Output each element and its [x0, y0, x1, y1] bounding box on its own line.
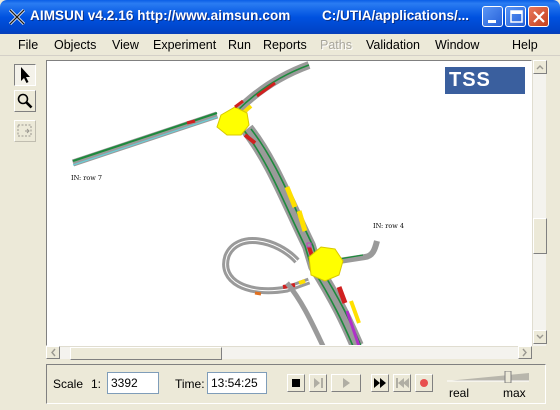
- selection-rectangle-icon: [17, 124, 32, 137]
- rewind-icon: [396, 378, 409, 388]
- aimsun-app-icon[interactable]: [8, 8, 26, 26]
- menu-reports[interactable]: Reports: [263, 38, 307, 52]
- menu-file[interactable]: File: [18, 38, 38, 52]
- road-northwest[interactable]: [71, 111, 219, 167]
- chevron-left-icon: [51, 348, 56, 357]
- speed-max-label: max: [503, 386, 526, 400]
- junction-south[interactable]: [308, 246, 344, 282]
- zoom-tool-button[interactable]: [14, 90, 36, 112]
- centroid-label-row7: IN: row 7: [71, 174, 103, 182]
- menu-help[interactable]: Help: [512, 38, 538, 52]
- stop-button[interactable]: [287, 374, 305, 392]
- area-select-tool-button[interactable]: [14, 120, 36, 142]
- scroll-right-button[interactable]: [518, 346, 532, 359]
- fast-forward-button[interactable]: [371, 374, 389, 392]
- network-canvas[interactable]: TSS IN: row 7 IN: row 4: [46, 60, 532, 346]
- chevron-down-icon: [536, 334, 544, 339]
- play-icon: [343, 378, 350, 388]
- record-button[interactable]: [415, 374, 433, 392]
- maximize-icon: [510, 10, 523, 23]
- play-button[interactable]: [331, 374, 361, 392]
- magnifier-icon: [17, 93, 33, 109]
- tool-strip: [10, 62, 40, 362]
- road-main-trunk[interactable]: [241, 124, 364, 346]
- scroll-down-button[interactable]: [533, 330, 547, 344]
- rewind-button[interactable]: [393, 374, 411, 392]
- road-east[interactable]: [338, 240, 380, 264]
- scroll-up-button[interactable]: [533, 60, 547, 74]
- fast-forward-icon: [374, 378, 386, 388]
- centroid-label-row4: IN: row 4: [373, 222, 405, 230]
- title-bar: AIMSUN v4.2.16 http://www.aimsun.com C:/…: [0, 0, 560, 34]
- maximize-button[interactable]: [505, 6, 526, 27]
- time-display: 13:54:25: [207, 372, 267, 394]
- tss-logo: TSS: [445, 67, 525, 94]
- menu-bar: File Objects View Experiment Run Reports…: [0, 34, 560, 56]
- vertical-scrollbar[interactable]: [532, 60, 547, 346]
- junction-north[interactable]: [216, 106, 250, 136]
- simulation-status-panel: Scale 1: 3392 Time: 13:54:25 real max: [46, 364, 546, 404]
- scroll-left-button[interactable]: [46, 346, 60, 359]
- select-tool-button[interactable]: [14, 64, 36, 86]
- menu-experiment[interactable]: Experiment: [153, 38, 216, 52]
- stop-icon: [292, 379, 300, 387]
- time-label: Time:: [175, 377, 205, 391]
- menu-run[interactable]: Run: [228, 38, 251, 52]
- chevron-up-icon: [536, 65, 544, 70]
- speed-slider-thumb[interactable]: [504, 371, 512, 383]
- minimize-icon: [488, 20, 496, 23]
- step-button[interactable]: [309, 374, 327, 392]
- menu-validation[interactable]: Validation: [366, 38, 420, 52]
- scale-input[interactable]: 3392: [107, 372, 159, 394]
- menu-view[interactable]: View: [112, 38, 139, 52]
- chevron-right-icon: [522, 348, 527, 357]
- vertical-scroll-thumb[interactable]: [533, 218, 547, 254]
- close-button[interactable]: [528, 6, 549, 27]
- menu-paths: Paths: [320, 38, 352, 52]
- window-title: AIMSUN v4.2.16 http://www.aimsun.com: [30, 8, 291, 23]
- window-path: C:/UTIA/applications/...: [322, 8, 470, 23]
- scale-label: Scale: [53, 377, 84, 391]
- horizontal-scroll-thumb[interactable]: [70, 347, 222, 360]
- road-northeast[interactable]: [234, 61, 311, 115]
- speed-real-label: real: [449, 386, 470, 400]
- close-icon: [533, 11, 545, 23]
- arrow-pointer-icon: [21, 67, 30, 83]
- road-network-map[interactable]: [47, 61, 532, 346]
- record-icon: [420, 379, 428, 387]
- step-icon: [314, 378, 323, 388]
- menu-objects[interactable]: Objects: [54, 38, 96, 52]
- horizontal-scrollbar[interactable]: [46, 346, 532, 360]
- menu-window[interactable]: Window: [435, 38, 479, 52]
- speed-slider[interactable]: [447, 371, 529, 383]
- minimize-button[interactable]: [482, 6, 503, 27]
- scale-prefix: 1:: [91, 377, 102, 391]
